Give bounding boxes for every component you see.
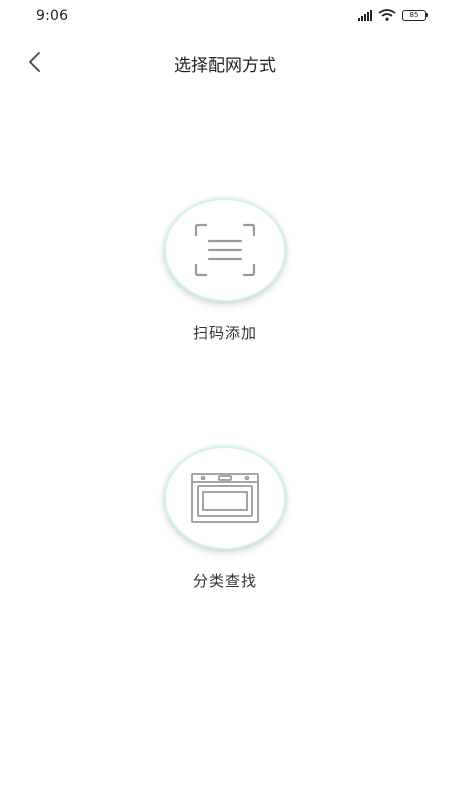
battery-icon: 85 xyxy=(402,9,428,21)
qr-scan-icon xyxy=(194,223,256,277)
battery-level: 85 xyxy=(409,10,419,19)
status-icons: 85 xyxy=(358,9,428,21)
status-bar: 9:06 85 xyxy=(0,0,450,34)
category-search-option: 分类查找 xyxy=(0,446,450,591)
scan-add-label: 扫码添加 xyxy=(192,324,257,342)
oven-icon xyxy=(191,473,259,523)
screen: 9:06 85 选择配网方式 扫码添加 分类查找 xyxy=(0,0,450,800)
scan-add-button[interactable] xyxy=(164,198,286,302)
wifi-icon xyxy=(378,9,396,21)
signal-icon xyxy=(358,9,372,21)
scan-add-option: 扫码添加 xyxy=(0,198,450,343)
page-title: 选择配网方式 xyxy=(174,56,276,76)
category-search-button[interactable] xyxy=(164,446,286,550)
status-time: 9:06 xyxy=(36,8,69,24)
category-search-label: 分类查找 xyxy=(192,572,257,590)
header: 选择配网方式 xyxy=(0,38,450,86)
